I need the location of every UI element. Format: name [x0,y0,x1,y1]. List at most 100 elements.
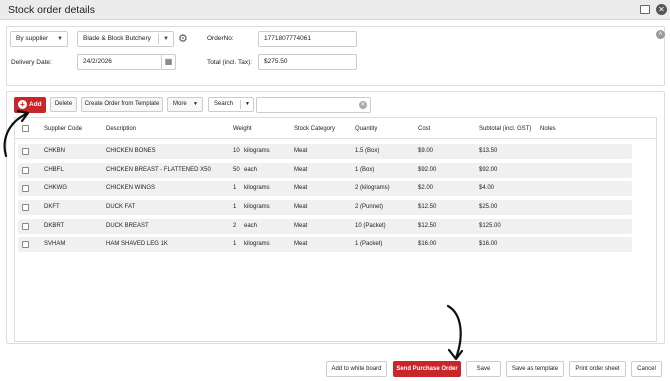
cell-code: SVHAM [44,241,66,247]
cell-subtotal: $125.00 [479,223,501,229]
search-field-select[interactable]: Search ▼ [208,97,254,112]
save-button[interactable]: Save [466,361,501,377]
table-row[interactable]: SVHAM HAM SHAVED LEG 1K 1 kilograms Meat… [18,237,632,252]
more-label: More [173,101,187,107]
cell-category: Meat [294,223,308,229]
cell-category: Meat [294,185,308,191]
supplier-select[interactable]: Blade & Block Butchery ▼ [77,31,174,47]
cell-description: DUCK BREAST [106,223,149,229]
cell-weight: 1 [233,185,237,191]
header-divider [15,138,656,139]
cell-code: DKFT [44,204,60,210]
chevron-up-icon[interactable]: ˄ [656,30,665,39]
order-no-field[interactable]: 1771807774061 [258,31,357,47]
window-title: Stock order details [8,4,95,16]
cell-cost: $16.00 [418,241,437,247]
cell-unit: each [244,167,258,173]
table-row[interactable]: DKBRT DUCK BREAST 2 each Meat 10 (Packet… [18,219,632,234]
col-description[interactable]: Description [106,126,136,132]
title-bar: Stock order details ✕ [0,0,670,20]
col-subtotal[interactable]: Subtotal (incl. GST) [479,126,531,132]
cell-subtotal: $92.00 [479,167,498,173]
save-as-template-button[interactable]: Save as template [506,361,564,377]
col-notes[interactable]: Notes [540,126,556,132]
chevron-down-icon: ▼ [245,101,250,107]
annotation-arrow-send [446,304,464,361]
cell-cost: $2.00 [418,185,434,191]
chevron-down-icon: ▼ [193,101,198,107]
cell-code: DKBRT [44,223,65,229]
total-field: $275.50 [258,54,357,70]
row-checkbox[interactable] [22,185,29,192]
more-button[interactable]: More ▼ [167,97,203,112]
cell-weight: 10 [233,148,240,154]
cell-cost: $12.50 [418,223,437,229]
col-cost[interactable]: Cost [418,126,430,132]
chevron-down-icon: ▼ [163,36,169,42]
cell-category: Meat [294,167,308,173]
cell-weight: 50 [233,167,240,173]
table-row[interactable]: CHKBN CHICKEN BONES 10 kilograms Meat 1.… [18,144,632,159]
create-from-template-button[interactable]: Create Order from Template [81,97,163,112]
close-icon[interactable]: ✕ [656,4,667,15]
cell-quantity: 1.5 (Box) [355,148,380,154]
cell-description: CHICKEN BONES [106,148,156,154]
select-separator [158,34,159,44]
cell-code: CHKBN [44,148,66,154]
delivery-date-value: 24/2/2026 [83,58,112,65]
table-row[interactable]: DKFT DUCK FAT 1 kilograms Meat 2 (Punnet… [18,200,632,215]
col-supplier-code[interactable]: Supplier Code [44,126,82,132]
cell-cost: $12.50 [418,204,437,210]
cell-cost: $92.00 [418,167,437,173]
row-checkbox[interactable] [22,167,29,174]
cancel-button[interactable]: Cancel [631,361,662,377]
table-row[interactable]: CHKWG CHICKEN WINGS 1 kilograms Meat 2 (… [18,181,632,196]
delivery-date-label: Delivery Date: [11,59,52,66]
supplier-value: Blade & Block Butchery [83,35,151,42]
cell-unit: kilograms [244,204,270,210]
annotation-arrow-add [3,109,30,158]
gear-icon[interactable]: ⚙ [178,34,188,45]
cell-category: Meat [294,204,308,210]
window-restore-icon[interactable] [640,5,650,14]
add-to-whiteboard-button[interactable]: Add to white board [326,361,387,377]
cell-quantity: 2 (kilograms) [355,185,390,191]
search-label: Search [214,101,234,107]
calendar-icon[interactable]: ▦ [161,55,175,69]
cell-quantity: 10 (Packet) [355,223,386,229]
cell-quantity: 1 (Box) [355,167,375,173]
cell-unit: kilograms [244,241,270,247]
cell-category: Meat [294,148,308,154]
cell-weight: 1 [233,204,237,210]
cell-category: Meat [294,241,308,247]
col-quantity[interactable]: Quantity [355,126,377,132]
cell-subtotal: $25.00 [479,204,498,210]
cell-quantity: 1 (Packet) [355,241,383,247]
cell-subtotal: $16.00 [479,241,498,247]
print-order-sheet-button[interactable]: Print order sheet [569,361,626,377]
cell-description: CHICKEN BREAST - FLATTENED X50 [106,167,211,173]
row-checkbox[interactable] [22,241,29,248]
order-no-label: OrderNo: [207,35,234,42]
row-checkbox[interactable] [22,204,29,211]
supplier-mode-select[interactable]: By supplier ▼ [10,31,68,47]
col-weight[interactable]: Weight [233,126,252,132]
cell-unit: each [244,223,258,229]
cell-code: CHKWG [44,185,67,191]
search-input[interactable] [256,97,371,113]
cell-quantity: 2 (Punnet) [355,204,384,210]
cell-unit: kilograms [244,185,270,191]
cell-subtotal: $13.50 [479,148,498,154]
cell-description: CHICKEN WINGS [106,185,156,191]
cell-description: DUCK FAT [106,204,136,210]
col-stock-category[interactable]: Stock Category [294,126,335,132]
supplier-mode-value: By supplier [16,35,49,42]
cell-weight: 1 [233,241,237,247]
cell-subtotal: $4.00 [479,185,495,191]
cell-weight: 2 [233,223,237,229]
table-row[interactable]: CHBFL CHICKEN BREAST - FLATTENED X50 50 … [18,163,632,178]
clear-icon[interactable]: ✕ [359,101,367,109]
cell-description: HAM SHAVED LEG 1K [106,241,168,247]
delete-button[interactable]: Delete [50,97,77,112]
row-checkbox[interactable] [22,223,29,230]
